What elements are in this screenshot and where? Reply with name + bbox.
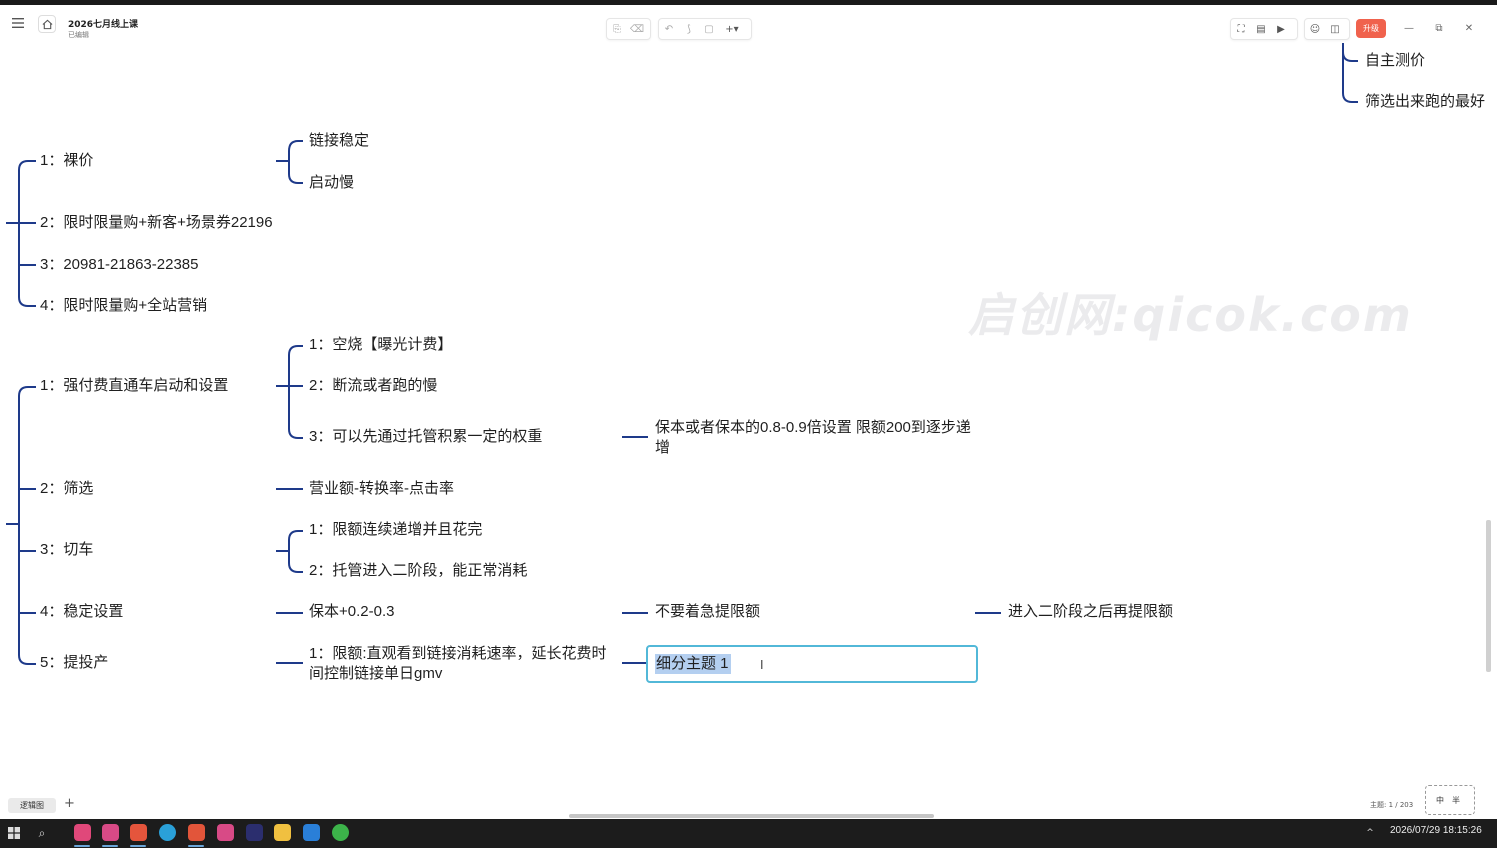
topic-g2-1-child-1[interactable]: 1：空烧【曝光计费】 — [309, 335, 452, 355]
minimize-icon[interactable]: — — [1399, 18, 1419, 38]
outline-icon[interactable]: ▤ — [1251, 19, 1271, 39]
app-indicator-5 — [188, 845, 204, 847]
wechat-icon[interactable] — [332, 824, 349, 841]
add-icon[interactable]: +▾ — [719, 19, 745, 39]
app-indicator-3 — [130, 845, 146, 847]
close-icon[interactable]: ✕ — [1459, 18, 1479, 38]
topic-g2-2[interactable]: 2：筛选 — [40, 479, 93, 499]
restore-icon[interactable]: ⧉ — [1429, 18, 1449, 38]
topic-g1-1-child-2[interactable]: 启动慢 — [309, 173, 354, 193]
ime-lang[interactable]: 中 — [1436, 795, 1444, 806]
file-explorer-icon[interactable] — [274, 824, 291, 841]
ime-widget[interactable]: 中 半 — [1425, 785, 1475, 815]
home-icon[interactable] — [38, 15, 56, 33]
topic-g2-4[interactable]: 4：稳定设置 — [40, 602, 123, 622]
sheet-bar: 逻辑图 + 主题: 1 / 203 — [0, 793, 1497, 819]
fullscreen-icon[interactable]: ⛶ — [1231, 19, 1251, 39]
topic-g1-1-child-1[interactable]: 链接稳定 — [309, 131, 369, 151]
topic-g2-3-child-2[interactable]: 2：托管进入二阶段，能正常消耗 — [309, 561, 527, 581]
relation-icon[interactable]: ⟆ — [679, 19, 699, 39]
taskbar-clock[interactable]: 2026/07/29 18:15:26 — [1390, 825, 1482, 836]
tray-chevron-icon[interactable]: ^ — [1364, 826, 1376, 840]
vertical-scrollbar[interactable] — [1486, 520, 1491, 672]
boundary-icon[interactable]: ▢ — [699, 19, 719, 39]
topic-g2-5[interactable]: 5：提投产 — [40, 653, 108, 673]
insert-toolgroup: ↶ ⟆ ▢ +▾ — [658, 18, 752, 40]
topic-g1-3[interactable]: 3：20981-21863-22385 — [40, 255, 198, 275]
topic-g2-3-child-1[interactable]: 1：限额连续递增并且花完 — [309, 520, 482, 540]
app-icon-2[interactable] — [102, 824, 119, 841]
app-icon-5[interactable] — [188, 824, 205, 841]
topic-g1-2[interactable]: 2：限时限量购+新客+场景券22196 — [40, 213, 273, 233]
topic-top-right-1[interactable]: 自主测价 — [1365, 51, 1425, 71]
topic-top-right-2[interactable]: 筛选出来跑的最好 — [1365, 92, 1485, 112]
topic-g2-4-child-2[interactable]: 不要着急提限额 — [655, 602, 760, 622]
text-cursor-icon: I — [760, 658, 764, 672]
horizontal-scrollbar[interactable] — [569, 814, 934, 818]
upgrade-button[interactable]: 升级 — [1356, 19, 1386, 38]
topic-g2-3[interactable]: 3：切车 — [40, 540, 93, 560]
undo-icon[interactable]: ↶ — [659, 19, 679, 39]
app-indicator-1 — [74, 845, 90, 847]
taskbar: ⌕ ^ 2026/07/29 18:15:26 — [0, 819, 1497, 848]
emoji-icon[interactable]: ☺ — [1305, 19, 1325, 39]
view-toolgroup: ⛶ ▤ ▶ — [1230, 18, 1298, 40]
topic-g2-1[interactable]: 1：强付费直通车启动和设置 — [40, 376, 228, 396]
topic-g2-1-3-child[interactable]: 保本或者保本的0.8-0.9倍设置 限额200到逐步递增 — [655, 418, 973, 458]
windows-start-icon[interactable] — [6, 825, 22, 841]
app-icon-7[interactable] — [246, 824, 263, 841]
topic-g2-1-child-2[interactable]: 2：断流或者跑的慢 — [309, 376, 437, 396]
title-bar: 2026七月线上课 已编辑 ⎘ ⌫ ↶ ⟆ ▢ +▾ ⛶ ▤ ▶ ☺ ◫ 升级 … — [0, 5, 1497, 43]
format-toolgroup: ⎘ ⌫ — [606, 18, 651, 40]
topic-count: 主题: 1 / 203 — [1370, 801, 1414, 809]
browser-edge-icon[interactable] — [159, 824, 176, 841]
document-status: 已编辑 — [68, 31, 89, 39]
topic-g1-4[interactable]: 4：限时限量购+全站营销 — [40, 296, 207, 316]
watermark: 启创网:qicok.com — [968, 288, 1413, 342]
app-icon-3[interactable] — [130, 824, 147, 841]
topic-g2-5-child[interactable]: 1：限额:直观看到链接消耗速率，延长花费时间控制链接单日gmv — [309, 644, 619, 684]
topic-g2-2-child[interactable]: 营业额-转换率-点击率 — [309, 479, 454, 499]
clear-format-icon[interactable]: ⌫ — [627, 19, 647, 39]
app-indicator-2 — [102, 845, 118, 847]
topic-edit-input[interactable]: 细分主题 1 — [655, 654, 731, 674]
format-painter-icon[interactable]: ⎘ — [607, 19, 627, 39]
sheet-tab[interactable]: 逻辑图 — [8, 798, 56, 813]
search-icon[interactable]: ⌕ — [34, 825, 50, 841]
app-icon-1[interactable] — [74, 824, 91, 841]
add-sheet-button[interactable]: + — [64, 796, 75, 811]
present-icon[interactable]: ▶ — [1271, 19, 1291, 39]
ime-mode[interactable]: 半 — [1452, 795, 1460, 806]
topic-g2-4-child[interactable]: 保本+0.2-0.3 — [309, 602, 394, 622]
panel-toolgroup: ☺ ◫ — [1304, 18, 1350, 40]
topic-g2-1-child-3[interactable]: 3：可以先通过托管积累一定的权重 — [309, 427, 542, 447]
topic-g2-4-child-3[interactable]: 进入二阶段之后再提限额 — [1008, 602, 1173, 622]
app-icon-9[interactable] — [303, 824, 320, 841]
app-icon-6[interactable] — [217, 824, 234, 841]
topic-g1-1[interactable]: 1：裸价 — [40, 151, 93, 171]
menu-icon[interactable] — [10, 15, 26, 31]
document-title: 2026七月线上课 — [68, 20, 139, 30]
sidebar-icon[interactable]: ◫ — [1325, 19, 1345, 39]
